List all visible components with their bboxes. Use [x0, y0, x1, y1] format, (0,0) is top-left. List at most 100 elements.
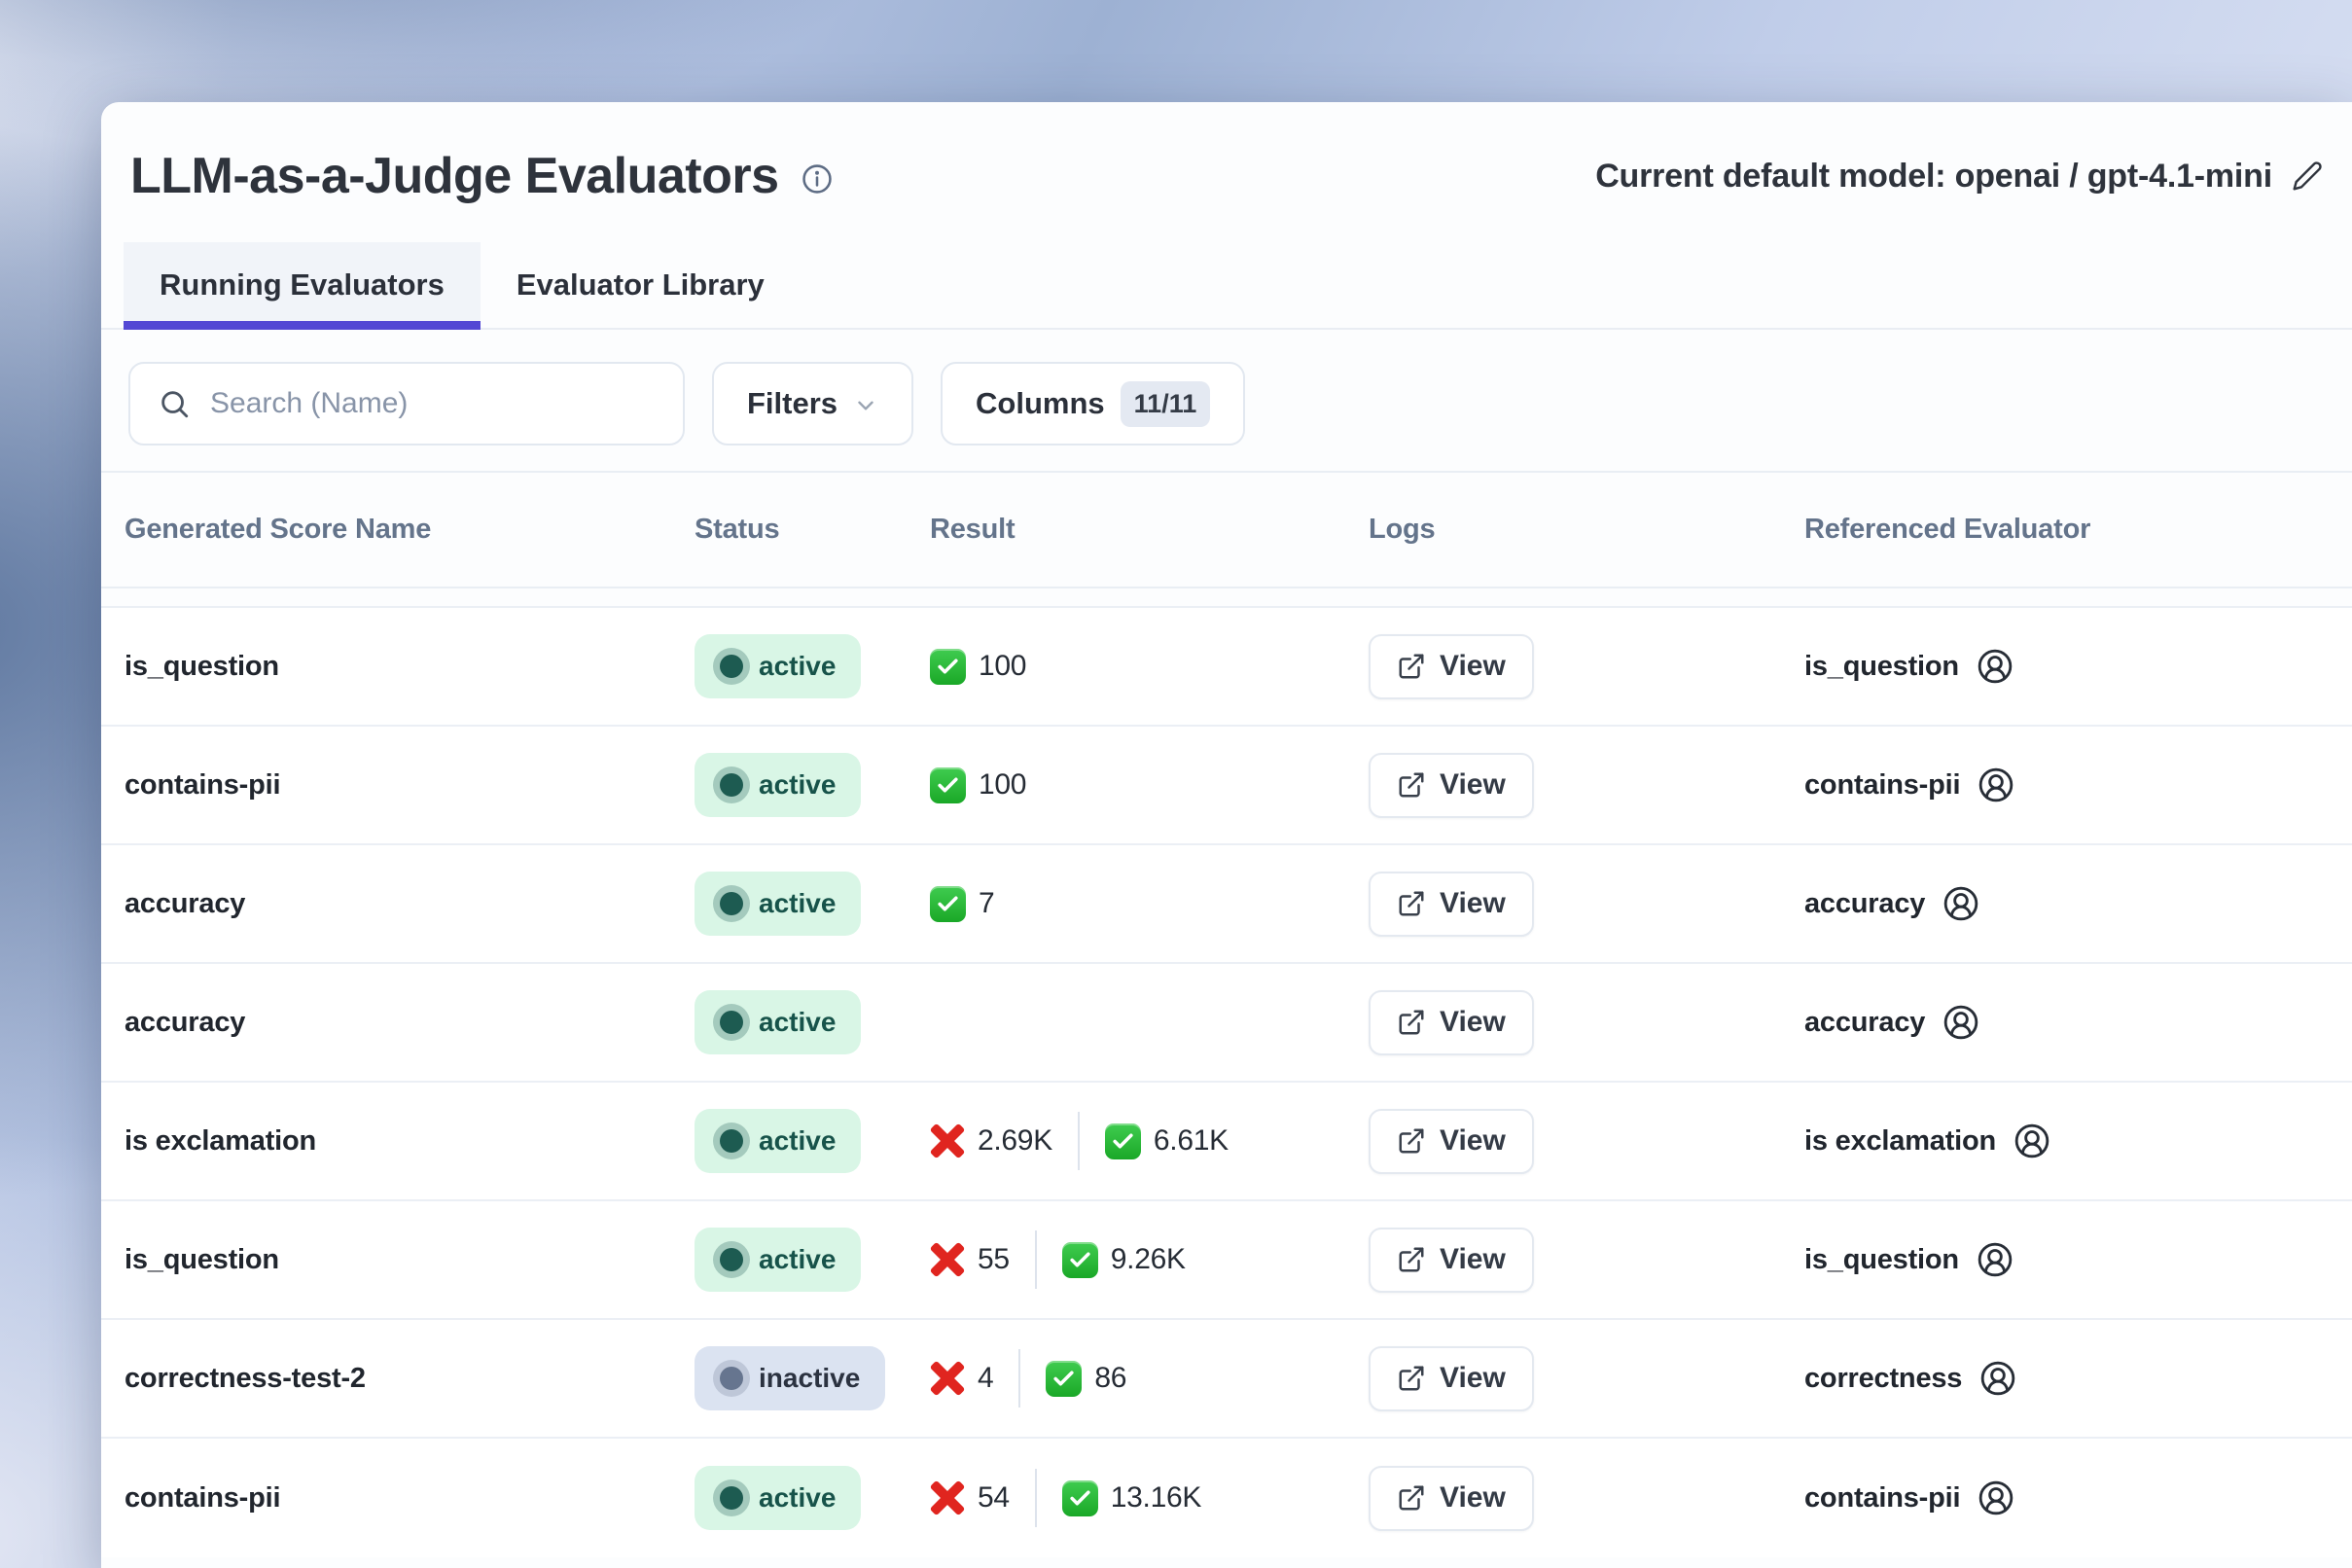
result-cell: 100: [930, 767, 1369, 803]
tab-bar: Running Evaluators Evaluator Library: [101, 242, 2352, 330]
search-input[interactable]: [210, 387, 656, 420]
status-label: inactive: [759, 1363, 860, 1394]
columns-button[interactable]: Columns 11/11: [941, 362, 1245, 445]
fail-count-group: 55: [930, 1242, 1010, 1277]
filters-label: Filters: [747, 386, 837, 421]
status-label: active: [759, 888, 836, 919]
search-box[interactable]: [128, 362, 685, 445]
tab-evaluator-library[interactable]: Evaluator Library: [481, 242, 801, 328]
pass-count: 86: [1094, 1362, 1126, 1395]
view-label: View: [1440, 1481, 1506, 1515]
fail-count: 4: [978, 1362, 993, 1395]
user-circle-icon[interactable]: [1942, 885, 1979, 922]
view-logs-button[interactable]: View: [1369, 1228, 1534, 1293]
external-link-icon: [1397, 652, 1426, 681]
tab-running-evaluators[interactable]: Running Evaluators: [124, 242, 481, 328]
generated-score-name: is exclamation: [125, 1125, 316, 1157]
table-row: contains-pii active 54 13.16K: [101, 1439, 2352, 1557]
fail-cross-icon: [930, 1361, 965, 1396]
pass-count-group: 13.16K: [1062, 1480, 1201, 1516]
pass-count: 100: [979, 768, 1026, 802]
view-label: View: [1440, 1243, 1506, 1276]
fail-count: 54: [978, 1481, 1010, 1515]
view-logs-button[interactable]: View: [1369, 634, 1534, 699]
pass-count: 7: [979, 887, 994, 920]
status-badge: active: [695, 872, 861, 936]
generated-score-name: accuracy: [125, 1007, 245, 1038]
status-label: active: [759, 1482, 836, 1514]
view-logs-button[interactable]: View: [1369, 753, 1534, 818]
result-divider: [1018, 1349, 1020, 1408]
status-label: active: [759, 1244, 836, 1275]
generated-score-name: contains-pii: [125, 769, 280, 801]
status-label: active: [759, 1007, 836, 1038]
column-header-logs: Logs: [1369, 514, 1804, 546]
pass-check-icon: [930, 886, 966, 922]
status-badge: active: [695, 990, 861, 1054]
table-row: is exclamation active 2.69K 6.61K: [101, 1083, 2352, 1201]
view-label: View: [1440, 1006, 1506, 1039]
edit-pencil-icon[interactable]: [2292, 160, 2323, 192]
filters-button[interactable]: Filters: [712, 362, 913, 445]
user-circle-icon[interactable]: [1942, 1004, 1979, 1041]
user-circle-icon[interactable]: [1978, 766, 2014, 803]
status-label: active: [759, 769, 836, 801]
user-circle-icon[interactable]: [1977, 648, 2013, 685]
external-link-icon: [1397, 889, 1426, 918]
panel-header: LLM-as-a-Judge Evaluators Current defaul…: [101, 102, 2352, 205]
fail-count-group: 4: [930, 1361, 993, 1396]
pass-count: 9.26K: [1111, 1243, 1186, 1276]
view-label: View: [1440, 1124, 1506, 1158]
pass-check-icon: [1105, 1123, 1141, 1159]
status-badge: active: [695, 753, 861, 817]
pass-count-group: 9.26K: [1062, 1242, 1186, 1278]
column-header-result: Result: [930, 514, 1369, 546]
pass-check-icon: [930, 649, 966, 685]
pass-check-icon: [1062, 1480, 1098, 1516]
info-icon[interactable]: [801, 162, 834, 196]
table-row: contains-pii active 100: [101, 727, 2352, 845]
table-toolbar: Filters Columns 11/11: [101, 330, 2352, 473]
result-cell: 54 13.16K: [930, 1469, 1369, 1527]
pass-count-group: 100: [930, 649, 1026, 685]
view-logs-button[interactable]: View: [1369, 990, 1534, 1055]
table-row: is_question active 100: [101, 608, 2352, 727]
pass-count-group: 86: [1046, 1361, 1126, 1397]
view-logs-button[interactable]: View: [1369, 1346, 1534, 1411]
columns-label: Columns: [976, 386, 1105, 421]
table-body: is_question active 100: [101, 608, 2352, 1557]
view-logs-button[interactable]: View: [1369, 1109, 1534, 1174]
user-circle-icon[interactable]: [1979, 1360, 2016, 1397]
pass-check-icon: [1062, 1242, 1098, 1278]
referenced-evaluator-name: contains-pii: [1804, 769, 1960, 802]
evaluators-panel: LLM-as-a-Judge Evaluators Current defaul…: [101, 102, 2352, 1568]
result-divider: [1035, 1230, 1037, 1289]
generated-score-name: correctness-test-2: [125, 1363, 366, 1394]
user-circle-icon[interactable]: [1977, 1241, 2013, 1278]
partially-scrolled-row: [101, 588, 2352, 608]
status-label: active: [759, 651, 836, 682]
fail-count: 2.69K: [978, 1124, 1052, 1158]
status-badge: active: [695, 634, 861, 698]
status-dot-icon: [720, 892, 743, 915]
view-logs-button[interactable]: View: [1369, 872, 1534, 937]
status-dot-icon: [720, 773, 743, 797]
pass-count-group: 7: [930, 886, 994, 922]
pass-count-group: 6.61K: [1105, 1123, 1229, 1159]
referenced-evaluator-name: contains-pii: [1804, 1482, 1960, 1515]
table-row: is_question active 55 9.26K: [101, 1201, 2352, 1320]
status-dot-icon: [720, 1367, 743, 1390]
table-row: correctness-test-2 inactive 4 86: [101, 1320, 2352, 1439]
status-dot-icon: [720, 655, 743, 678]
fail-count-group: 54: [930, 1480, 1010, 1515]
default-model-setting: Current default model: openai / gpt-4.1-…: [1595, 158, 2323, 196]
user-circle-icon[interactable]: [2013, 1123, 2050, 1159]
user-circle-icon[interactable]: [1978, 1479, 2014, 1516]
status-badge: active: [695, 1228, 861, 1292]
result-cell: 7: [930, 886, 1369, 922]
view-logs-button[interactable]: View: [1369, 1466, 1534, 1531]
generated-score-name: accuracy: [125, 888, 245, 919]
external-link-icon: [1397, 770, 1426, 800]
search-icon: [158, 387, 191, 420]
fail-cross-icon: [930, 1123, 965, 1158]
